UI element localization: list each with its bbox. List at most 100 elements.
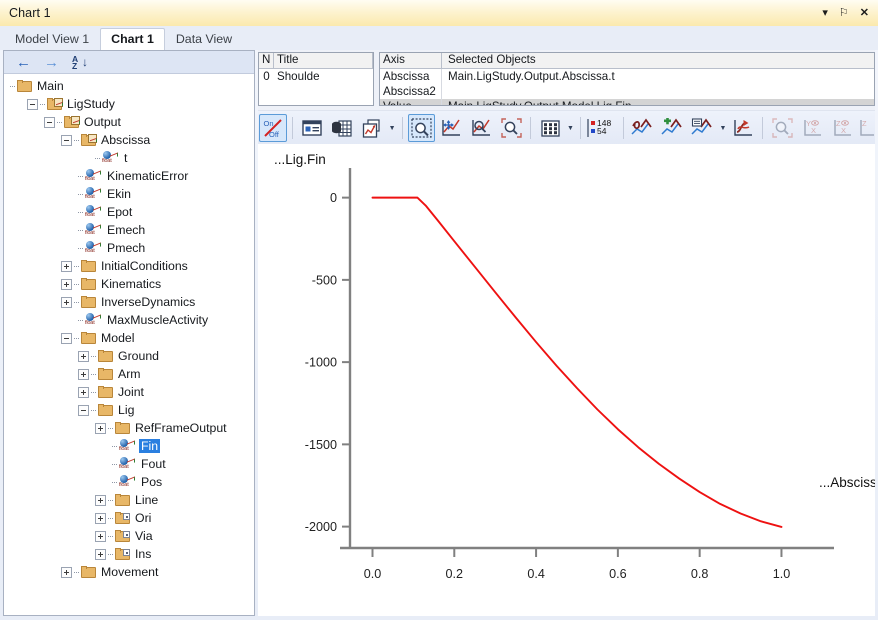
pan-button[interactable] [437, 114, 465, 142]
series-line [371, 196, 783, 528]
tree-item-main[interactable]: Main [4, 77, 254, 95]
tree-connector [91, 383, 98, 401]
tree-item-model[interactable]: Model [4, 329, 254, 347]
expand-icon[interactable] [78, 386, 89, 398]
tree-item-ori[interactable]: Ori [4, 509, 254, 527]
folder-icon [115, 494, 130, 506]
tree-item-pos[interactable]: float Pos [4, 473, 254, 491]
zoom-axis-button[interactable] [467, 114, 495, 142]
collapse-icon[interactable] [78, 404, 89, 416]
zoom-reset-button[interactable] [497, 114, 525, 142]
view-zx-button[interactable]: Z X [828, 114, 856, 142]
tree-connector [74, 293, 81, 311]
chart-plot-area[interactable]: ...Lig.Fin 0 -500 -1000 -1500 -2000 0.0 0.2 0.4 0… [258, 144, 875, 616]
tree-item-epot[interactable]: float Epot [4, 203, 254, 221]
expand-icon[interactable] [95, 530, 106, 542]
view-zy-button[interactable]: Z [858, 114, 875, 142]
tab-chart-1[interactable]: Chart 1 [100, 28, 165, 50]
object-folder-icon [115, 512, 130, 524]
grid-button[interactable] [536, 114, 564, 142]
expand-icon[interactable] [61, 278, 72, 290]
tree-item-refframeoutput[interactable]: RefFrameOutput [4, 419, 254, 437]
y-tick-label: -500 [312, 273, 337, 287]
axis-grid[interactable]: Axis Selected Objects Abscissa Main.LigS… [379, 52, 875, 106]
expand-icon[interactable] [95, 494, 106, 506]
title-bar: Chart 1 ▾ ⚐ ✕ [0, 0, 878, 27]
tree-item-initialconditions[interactable]: InitialConditions [4, 257, 254, 275]
sort-alphabetical-icon[interactable]: A Z ↓ [72, 54, 88, 70]
tree-item-kinematicerror[interactable]: float KinematicError [4, 167, 254, 185]
tree-item-fin[interactable]: float Fin [4, 437, 254, 455]
tree-item-label: Line [135, 493, 159, 507]
collapse-icon[interactable] [61, 332, 72, 344]
tree-item-ins[interactable]: Ins [4, 545, 254, 563]
tree-item-arm[interactable]: Arm [4, 365, 254, 383]
tree-item-maxmuscleactivity[interactable]: float MaxMuscleActivity [4, 311, 254, 329]
dropdown-icon[interactable]: ▾ [822, 7, 828, 19]
view-yx-button[interactable]: Y X [798, 114, 826, 142]
forward-icon[interactable]: → [44, 55, 59, 70]
col-title: Title [274, 53, 373, 68]
tree-item-t[interactable]: float t [4, 149, 254, 167]
data-table-button[interactable] [328, 114, 356, 142]
onoff-toggle-button[interactable]: On Off [259, 114, 287, 142]
tree-item-ekin[interactable]: float Ekin [4, 185, 254, 203]
float-variable-icon: float [85, 240, 102, 256]
back-icon[interactable]: ← [16, 55, 31, 70]
tree-item-lig[interactable]: Lig [4, 401, 254, 419]
tree-item-pmech[interactable]: float Pmech [4, 239, 254, 257]
tree-item-output[interactable]: Output [4, 113, 254, 131]
table-row[interactable]: Abscissa Main.LigStudy.Output.Abscissa.t [380, 69, 874, 84]
close-icon[interactable]: ✕ [860, 7, 869, 19]
zoom-fit-button[interactable] [768, 114, 796, 142]
chevron-down-icon[interactable]: ▼ [565, 114, 576, 142]
tab-model-view-1[interactable]: Model View 1 [4, 28, 100, 50]
chevron-down-icon[interactable]: ▼ [718, 114, 729, 142]
tree-item-kinematics[interactable]: Kinematics [4, 275, 254, 293]
tab-data-view[interactable]: Data View [165, 28, 243, 50]
curve-style-button[interactable] [629, 114, 657, 142]
refresh-curve-button[interactable] [729, 114, 757, 142]
tree-item-emech[interactable]: float Emech [4, 221, 254, 239]
collapse-icon[interactable] [44, 116, 55, 128]
table-row[interactable]: Value Main.LigStudy.Output.Model.Lig.Fin [380, 99, 874, 105]
series-grid[interactable]: N Title 0 Shoulde [258, 52, 374, 106]
expand-icon[interactable] [95, 512, 106, 524]
collapse-icon[interactable] [27, 98, 38, 110]
tree-item-via[interactable]: Via [4, 527, 254, 545]
tree-item-inversedynamics[interactable]: InverseDynamics [4, 293, 254, 311]
tree-item-line[interactable]: Line [4, 491, 254, 509]
sort-arrow: ↓ [82, 54, 88, 69]
rubber-band-zoom-button[interactable] [407, 114, 436, 142]
curve-settings-button[interactable] [689, 114, 717, 142]
tree-item-movement[interactable]: Movement [4, 563, 254, 581]
expand-icon[interactable] [78, 350, 89, 362]
tree-item-ligstudy[interactable]: LigStudy [4, 95, 254, 113]
expand-icon[interactable] [61, 260, 72, 272]
float-variable-icon: float [85, 312, 102, 328]
svg-text:54: 54 [597, 126, 607, 136]
chevron-down-icon[interactable]: ▼ [387, 114, 398, 142]
expand-icon[interactable] [61, 566, 72, 578]
table-row[interactable]: Abscissa2 [380, 84, 874, 99]
add-curve-button[interactable] [659, 114, 687, 142]
x-axis-label: ...Abscissa.t [819, 475, 875, 490]
tree-item-abscissa[interactable]: Abscissa [4, 131, 254, 149]
expand-icon[interactable] [95, 422, 106, 434]
collapse-icon[interactable] [61, 134, 72, 146]
new-chart-button[interactable] [358, 114, 386, 142]
legend-counts-button[interactable]: 148 54 [586, 114, 618, 142]
expand-icon[interactable] [95, 548, 106, 560]
tree-item-joint[interactable]: Joint [4, 383, 254, 401]
tree-connector [78, 239, 85, 257]
properties-panel-button[interactable] [298, 114, 326, 142]
expand-icon[interactable] [61, 296, 72, 308]
expand-icon[interactable] [78, 368, 89, 380]
tree-item-fout[interactable]: float Fout [4, 455, 254, 473]
tree-item-ground[interactable]: Ground [4, 347, 254, 365]
pin-icon[interactable]: ⚐ [839, 7, 849, 19]
table-row[interactable]: 0 Shoulde [259, 69, 373, 84]
